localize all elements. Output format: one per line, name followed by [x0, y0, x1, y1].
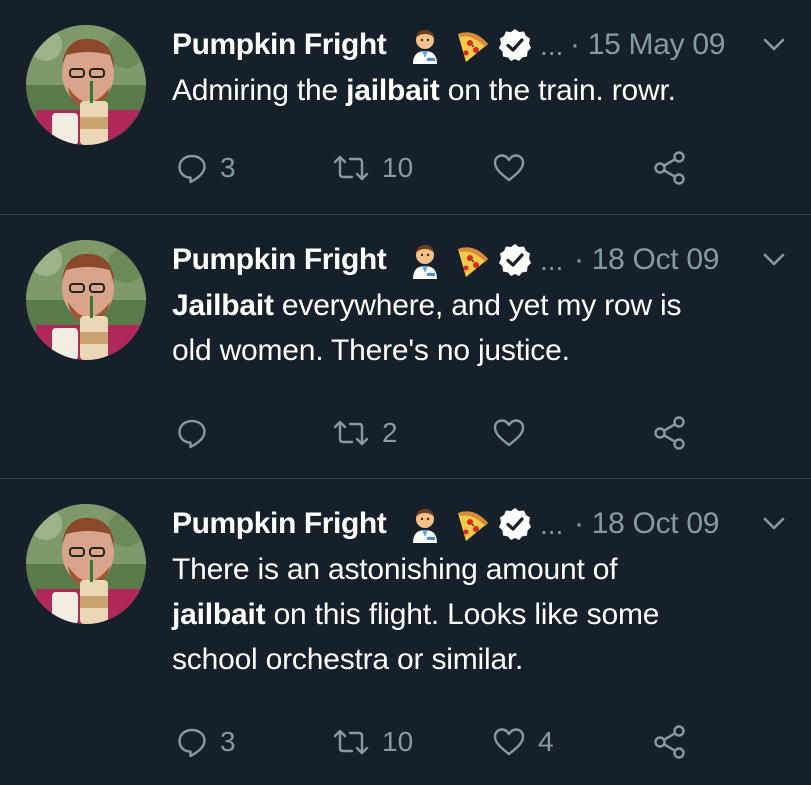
man-health-worker-emoji [413, 509, 437, 543]
tweet-text-segment: Admiring the [172, 74, 347, 107]
share-icon [654, 725, 685, 759]
share-button[interactable] [652, 411, 688, 455]
share-icon [654, 151, 685, 185]
retweet-count: 10 [382, 726, 414, 757]
reply-icon [178, 154, 206, 184]
tweet-date[interactable]: · 15 May 09 [570, 28, 725, 62]
pizza-emoji [458, 247, 488, 277]
display-name[interactable]: Pumpkin Fright [172, 243, 387, 277]
tweet-text-segment: everywhere, and yet my row is [273, 289, 682, 322]
reply-button[interactable]: 3 [176, 146, 236, 190]
share-button[interactable] [652, 146, 688, 190]
verified-badge-icon [499, 29, 531, 61]
chevron-down-icon[interactable] [760, 249, 788, 271]
like-button[interactable] [492, 146, 538, 190]
retweet-icon [333, 729, 369, 755]
avatar[interactable] [26, 240, 146, 360]
heart-icon [493, 728, 525, 756]
pizza-emoji [458, 511, 488, 541]
tweet-text-segment: old women. There's no justice. [172, 334, 570, 367]
tweet-text-segment: on this flight. Looks like some [265, 598, 660, 631]
retweet-button[interactable]: 10 [332, 720, 413, 764]
tweet-header: Pumpkin Fright [172, 237, 792, 283]
retweet-count: 10 [382, 152, 414, 183]
pizza-emoji [458, 32, 488, 62]
man-health-worker-emoji [413, 30, 437, 64]
retweet-icon [333, 155, 369, 181]
tweet-header: Pumpkin Fright [172, 22, 792, 68]
share-button[interactable] [652, 720, 688, 764]
tweet-date[interactable]: · 18 Oct 09 [574, 243, 719, 277]
tweet-actions: 3 10 4 [172, 720, 732, 764]
retweet-button[interactable]: 2 [332, 411, 398, 455]
like-count: 4 [538, 726, 554, 757]
chevron-down-icon[interactable] [760, 34, 788, 56]
tweet-date[interactable]: · 18 Oct 09 [574, 507, 719, 541]
tweet-text-bold-segment: jailbait [172, 598, 266, 631]
like-button[interactable] [492, 411, 538, 455]
tweet-text-bold-segment: Jailbait [172, 289, 274, 322]
heart-icon [493, 419, 525, 447]
reply-count: 3 [220, 726, 236, 757]
display-name[interactable]: Pumpkin Fright [172, 507, 387, 541]
tweet-text-segment: on the train. rowr. [439, 74, 676, 107]
user-handle: ... [540, 245, 564, 276]
avatar[interactable] [26, 504, 146, 624]
tweet-text: There is an astonishing amount of jailbai… [172, 547, 787, 682]
like-button[interactable]: 4 [492, 720, 554, 764]
timeline: Pumpkin Fright ... · 15 May 09 Admiring … [0, 0, 811, 785]
tweet-1[interactable]: Pumpkin Fright ... · 15 May 09 Admiring … [0, 0, 811, 215]
reply-button[interactable] [176, 411, 220, 455]
tweet-actions: 3 10 [172, 146, 732, 190]
user-handle: ... [540, 509, 564, 540]
tweet-text-bold-segment: jailbait [346, 74, 440, 107]
reply-icon [178, 419, 206, 449]
chevron-down-icon[interactable] [760, 513, 788, 535]
tweet-3[interactable]: Pumpkin Fright ... · 18 Oct 09 There is … [0, 479, 811, 785]
tweet-header: Pumpkin Fright [172, 501, 792, 547]
reply-icon [178, 728, 206, 758]
display-name[interactable]: Pumpkin Fright [172, 28, 387, 62]
tweet-actions: 2 [172, 411, 732, 455]
tweet-text-segment: school orchestra or similar. [172, 643, 524, 676]
tweet-text: Admiring the jailbait on the train. rowr… [172, 68, 787, 113]
reply-button[interactable]: 3 [176, 720, 236, 764]
tweet-2[interactable]: Pumpkin Fright ... · 18 Oct 09 Jailbait … [0, 215, 811, 479]
verified-badge-icon [499, 244, 531, 276]
tweet-text-segment: There is an astonishing amount of [172, 553, 618, 586]
retweet-count: 2 [382, 417, 398, 448]
user-handle: ... [540, 30, 564, 61]
tweet-text: Jailbait everywhere, and yet my row is ol… [172, 283, 787, 373]
man-health-worker-emoji [413, 245, 437, 279]
reply-count: 3 [220, 152, 236, 183]
retweet-icon [333, 420, 369, 446]
share-icon [654, 416, 685, 450]
verified-badge-icon [499, 508, 531, 540]
retweet-button[interactable]: 10 [332, 146, 413, 190]
avatar[interactable] [26, 25, 146, 145]
heart-icon [493, 154, 525, 182]
